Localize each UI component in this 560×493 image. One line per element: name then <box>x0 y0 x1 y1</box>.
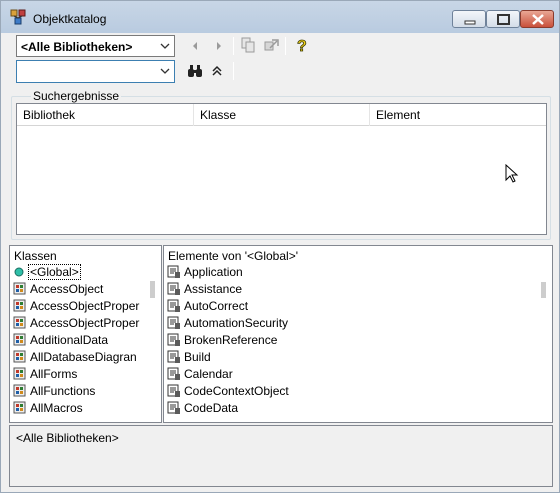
classes-pane-title: Klassen <box>14 249 57 263</box>
details-pane: <Alle Bibliotheken> <box>9 425 553 487</box>
members-item[interactable]: AutoCorrect <box>164 298 538 315</box>
column-header-element[interactable]: Element <box>370 104 546 126</box>
library-dropdown-value: <Alle Bibliotheken> <box>21 40 133 54</box>
members-item[interactable]: Build <box>164 349 538 366</box>
forward-icon[interactable] <box>209 37 227 55</box>
library-dropdown[interactable]: <Alle Bibliotheken> <box>16 35 175 57</box>
classes-pane[interactable]: Klassen <Global> AccessObject AccessObject… <box>9 245 162 423</box>
classes-item-label: AllForms <box>30 367 78 381</box>
classes-item[interactable]: <Global> <box>10 264 147 281</box>
toolbar-separator <box>285 37 286 55</box>
object-browser-window: Objektkatalog <Alle Bibliotheken> ? Such… <box>0 0 560 493</box>
property-icon <box>166 264 181 279</box>
property-icon <box>166 366 181 381</box>
collapse-icon[interactable] <box>208 62 226 80</box>
property-icon <box>166 298 181 313</box>
classes-item-label: AccessObjectProper <box>30 299 140 313</box>
column-header-library[interactable]: Bibliothek <box>17 104 194 126</box>
close-icon <box>532 14 544 25</box>
members-item[interactable]: CodeContextObject <box>164 383 538 400</box>
classes-item-label: AdditionalData <box>30 333 109 347</box>
title-bar[interactable]: Objektkatalog <box>1 1 559 33</box>
classes-item[interactable]: AccessObjectProper <box>10 315 147 332</box>
classes-item[interactable]: AccessObject <box>10 281 147 298</box>
members-item-label: Build <box>184 350 211 364</box>
classes-list[interactable]: <Global> AccessObject AccessObjectProper Ac… <box>10 264 147 417</box>
members-item-label: AutoCorrect <box>184 299 249 313</box>
members-scrollbar[interactable] <box>538 263 551 421</box>
members-pane-title: Elemente von '<Global>' <box>168 249 298 263</box>
view-definition-icon[interactable] <box>262 36 280 54</box>
property-icon <box>166 281 181 296</box>
toolbar-separator <box>233 62 234 80</box>
minimize-icon <box>464 20 476 25</box>
members-list[interactable]: Application Assistance AutoCorrect Automati… <box>164 264 538 417</box>
property-icon <box>166 383 181 398</box>
search-results-list[interactable]: Bibliothek Klasse Element <box>16 103 547 235</box>
members-item-label: BrokenReference <box>184 333 278 347</box>
classes-scroll-thumb[interactable] <box>150 281 155 298</box>
classes-item-label: AllFunctions <box>30 384 96 398</box>
members-item[interactable]: AutomationSecurity <box>164 315 538 332</box>
members-item-label: Assistance <box>184 282 243 296</box>
object-browser-icon <box>10 9 26 25</box>
search-results-label: Suchergebnisse <box>31 89 122 103</box>
members-item[interactable]: BrokenReference <box>164 332 538 349</box>
minimize-button[interactable] <box>452 10 486 28</box>
search-input[interactable] <box>16 60 175 83</box>
chevron-down-icon <box>160 43 170 49</box>
help-icon[interactable]: ? <box>293 36 311 54</box>
details-text: <Alle Bibliotheken> <box>16 431 119 445</box>
property-icon <box>166 332 181 347</box>
maximize-icon <box>497 14 510 25</box>
classes-item-label: AccessObjectProper <box>30 316 140 330</box>
class-icon <box>12 298 27 313</box>
classes-item-label: AllMacros <box>30 401 83 415</box>
window-title: Objektkatalog <box>33 12 107 26</box>
members-item[interactable]: CodeData <box>164 400 538 417</box>
close-button[interactable] <box>520 10 554 28</box>
members-scroll-thumb[interactable] <box>541 282 546 298</box>
classes-item[interactable]: AllForms <box>10 366 147 383</box>
members-item-label: Application <box>184 265 243 279</box>
toolbar-separator <box>233 37 234 55</box>
classes-item-label: AccessObject <box>30 282 104 296</box>
members-item[interactable]: Assistance <box>164 281 538 298</box>
classes-item[interactable]: AllDatabaseDiagran <box>10 349 147 366</box>
column-header-class[interactable]: Klasse <box>194 104 370 126</box>
members-item-label: CodeContextObject <box>184 384 289 398</box>
members-pane[interactable]: Elemente von '<Global>' Application Assis… <box>163 245 553 423</box>
maximize-button[interactable] <box>486 10 520 28</box>
class-icon <box>12 366 27 381</box>
class-icon <box>12 332 27 347</box>
classes-item[interactable]: AllMacros <box>10 400 147 417</box>
classes-item-label: AllDatabaseDiagran <box>30 350 137 364</box>
chevron-down-icon <box>160 68 170 74</box>
classes-item-label: <Global> <box>28 264 81 280</box>
classes-item[interactable]: AllFunctions <box>10 383 147 400</box>
search-results-header: Bibliothek Klasse Element <box>17 104 546 126</box>
svg-text:?: ? <box>297 38 307 54</box>
members-item-label: CodeData <box>184 401 239 415</box>
class-icon <box>12 400 27 415</box>
classes-item[interactable]: AdditionalData <box>10 332 147 349</box>
members-item[interactable]: Application <box>164 264 538 281</box>
classes-item[interactable]: AccessObjectProper <box>10 298 147 315</box>
binoculars-icon[interactable] <box>186 62 204 80</box>
mouse-cursor-icon <box>505 164 519 183</box>
class-icon <box>12 383 27 398</box>
property-icon <box>166 349 181 364</box>
members-item[interactable]: Calendar <box>164 366 538 383</box>
globe-icon <box>12 264 27 279</box>
class-icon <box>12 281 27 296</box>
property-icon <box>166 400 181 415</box>
copy-icon[interactable] <box>239 36 257 54</box>
class-icon <box>12 315 27 330</box>
class-icon <box>12 349 27 364</box>
property-icon <box>166 315 181 330</box>
members-item-label: Calendar <box>184 367 233 381</box>
back-icon[interactable] <box>187 37 205 55</box>
members-item-label: AutomationSecurity <box>184 316 289 330</box>
classes-scrollbar[interactable] <box>147 263 160 421</box>
